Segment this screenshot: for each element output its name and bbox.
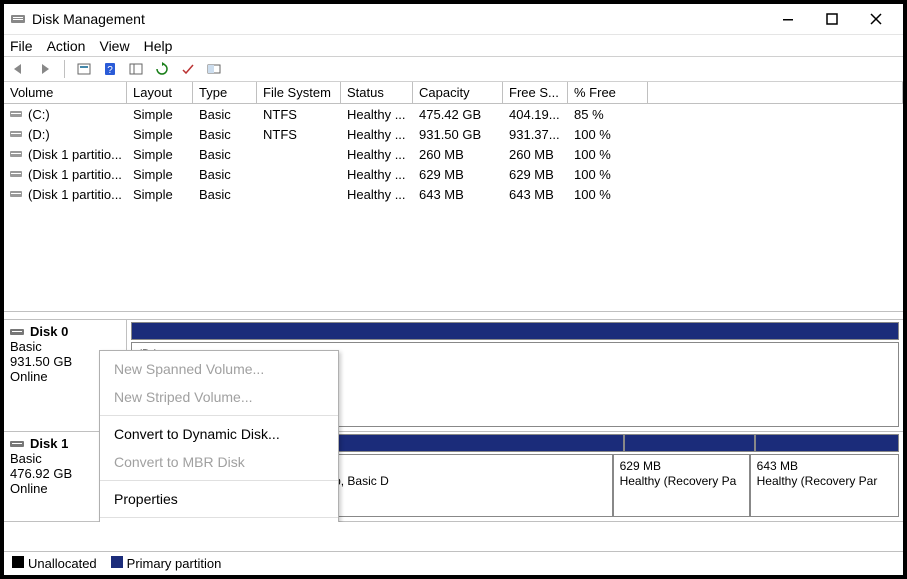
col-empty [648,82,903,103]
graphical-view: Disk 0 Basic 931.50 GB Online (D:) [4,320,903,522]
ctx-separator [100,480,338,481]
disk1-p1-status: Healthy (Recovery Pa [620,474,743,489]
col-layout[interactable]: Layout [127,82,193,103]
toolbar-separator [64,60,65,78]
splitter[interactable] [4,312,903,320]
back-button[interactable] [10,60,28,78]
disk1-p2-size: 643 MB [757,459,892,474]
vol-type: Basic [193,104,257,124]
volume-icon [10,129,22,139]
volume-icon [10,169,22,179]
disk0-name: Disk 0 [30,324,68,339]
ctx-convert-dynamic[interactable]: Convert to Dynamic Disk... [100,420,338,448]
disk1-part-rec1[interactable]: 629 MB Healthy (Recovery Pa [613,454,750,517]
disk-icon [10,326,24,338]
refresh-icon[interactable] [153,60,171,78]
volume-row[interactable]: (C:) Simple Basic NTFS Healthy ... 475.4… [4,104,903,124]
partition-strip-primary[interactable] [131,322,899,340]
toolbar-btn-4[interactable] [205,60,223,78]
menu-action[interactable]: Action [47,38,86,54]
vol-name: (D:) [28,127,50,142]
legend-primary: Primary partition [111,556,222,571]
col-type[interactable]: Type [193,82,257,103]
toolbar: ? [4,56,903,82]
ctx-separator [100,415,338,416]
vol-free: 404.19... [503,104,568,124]
disk0-strip [131,322,899,340]
menu-file[interactable]: File [10,38,33,54]
col-status[interactable]: Status [341,82,413,103]
close-button[interactable] [863,6,889,32]
disk1-part-rec2[interactable]: 643 MB Healthy (Recovery Par [750,454,899,517]
minimize-button[interactable] [775,6,801,32]
window-controls [775,6,889,32]
col-volume[interactable]: Volume [4,82,127,103]
swatch-unallocated [12,556,24,568]
menu-view[interactable]: View [99,38,129,54]
ctx-properties[interactable]: Properties [100,485,338,513]
swatch-primary [111,556,123,568]
context-menu: New Spanned Volume... New Striped Volume… [99,350,339,522]
vol-layout: Simple [127,104,193,124]
col-pctfree[interactable]: % Free [568,82,648,103]
vol-name: (C:) [28,107,50,122]
legend-unallocated: Unallocated [12,556,97,571]
menu-help[interactable]: Help [144,38,173,54]
partition-strip-primary[interactable] [624,434,755,452]
vol-pct: 85 % [568,104,648,124]
volume-row[interactable]: (D:) Simple Basic NTFS Healthy ... 931.5… [4,124,903,144]
volume-row[interactable]: (Disk 1 partitio... Simple Basic Healthy… [4,184,903,204]
menubar: File Action View Help [4,34,903,56]
help-icon[interactable]: ? [101,60,119,78]
legend: Unallocated Primary partition [4,551,903,575]
forward-button[interactable] [36,60,54,78]
partition-strip-primary[interactable] [755,434,899,452]
toolbar-btn-3[interactable] [179,60,197,78]
volume-row[interactable]: (Disk 1 partitio... Simple Basic Healthy… [4,144,903,164]
window-title: Disk Management [32,11,775,27]
volume-row[interactable]: (Disk 1 partitio... Simple Basic Healthy… [4,164,903,184]
window-frame: Disk Management File Action View Help ? … [0,0,907,579]
volume-icon [10,189,22,199]
volume-list-header: Volume Layout Type File System Status Ca… [4,82,903,104]
disk-icon [10,438,24,450]
disk1-name: Disk 1 [30,436,68,451]
vol-status: Healthy ... [341,104,413,124]
col-filesystem[interactable]: File System [257,82,341,103]
ctx-separator [100,517,338,518]
toolbar-btn-1[interactable] [75,60,93,78]
maximize-button[interactable] [819,6,845,32]
disk1-p2-status: Healthy (Recovery Par [757,474,892,489]
titlebar: Disk Management [4,4,903,34]
volume-list[interactable]: (C:) Simple Basic NTFS Healthy ... 475.4… [4,104,903,312]
ctx-convert-mbr: Convert to MBR Disk [100,448,338,476]
col-capacity[interactable]: Capacity [413,82,503,103]
svg-text:?: ? [107,65,113,76]
toolbar-btn-2[interactable] [127,60,145,78]
app-icon [10,11,26,27]
disk1-p1-size: 629 MB [620,459,743,474]
ctx-new-striped: New Striped Volume... [100,383,338,411]
vol-fs: NTFS [257,104,341,124]
ctx-new-spanned: New Spanned Volume... [100,355,338,383]
volume-icon [10,109,22,119]
volume-icon [10,149,22,159]
vol-capacity: 475.42 GB [413,104,503,124]
col-free[interactable]: Free S... [503,82,568,103]
